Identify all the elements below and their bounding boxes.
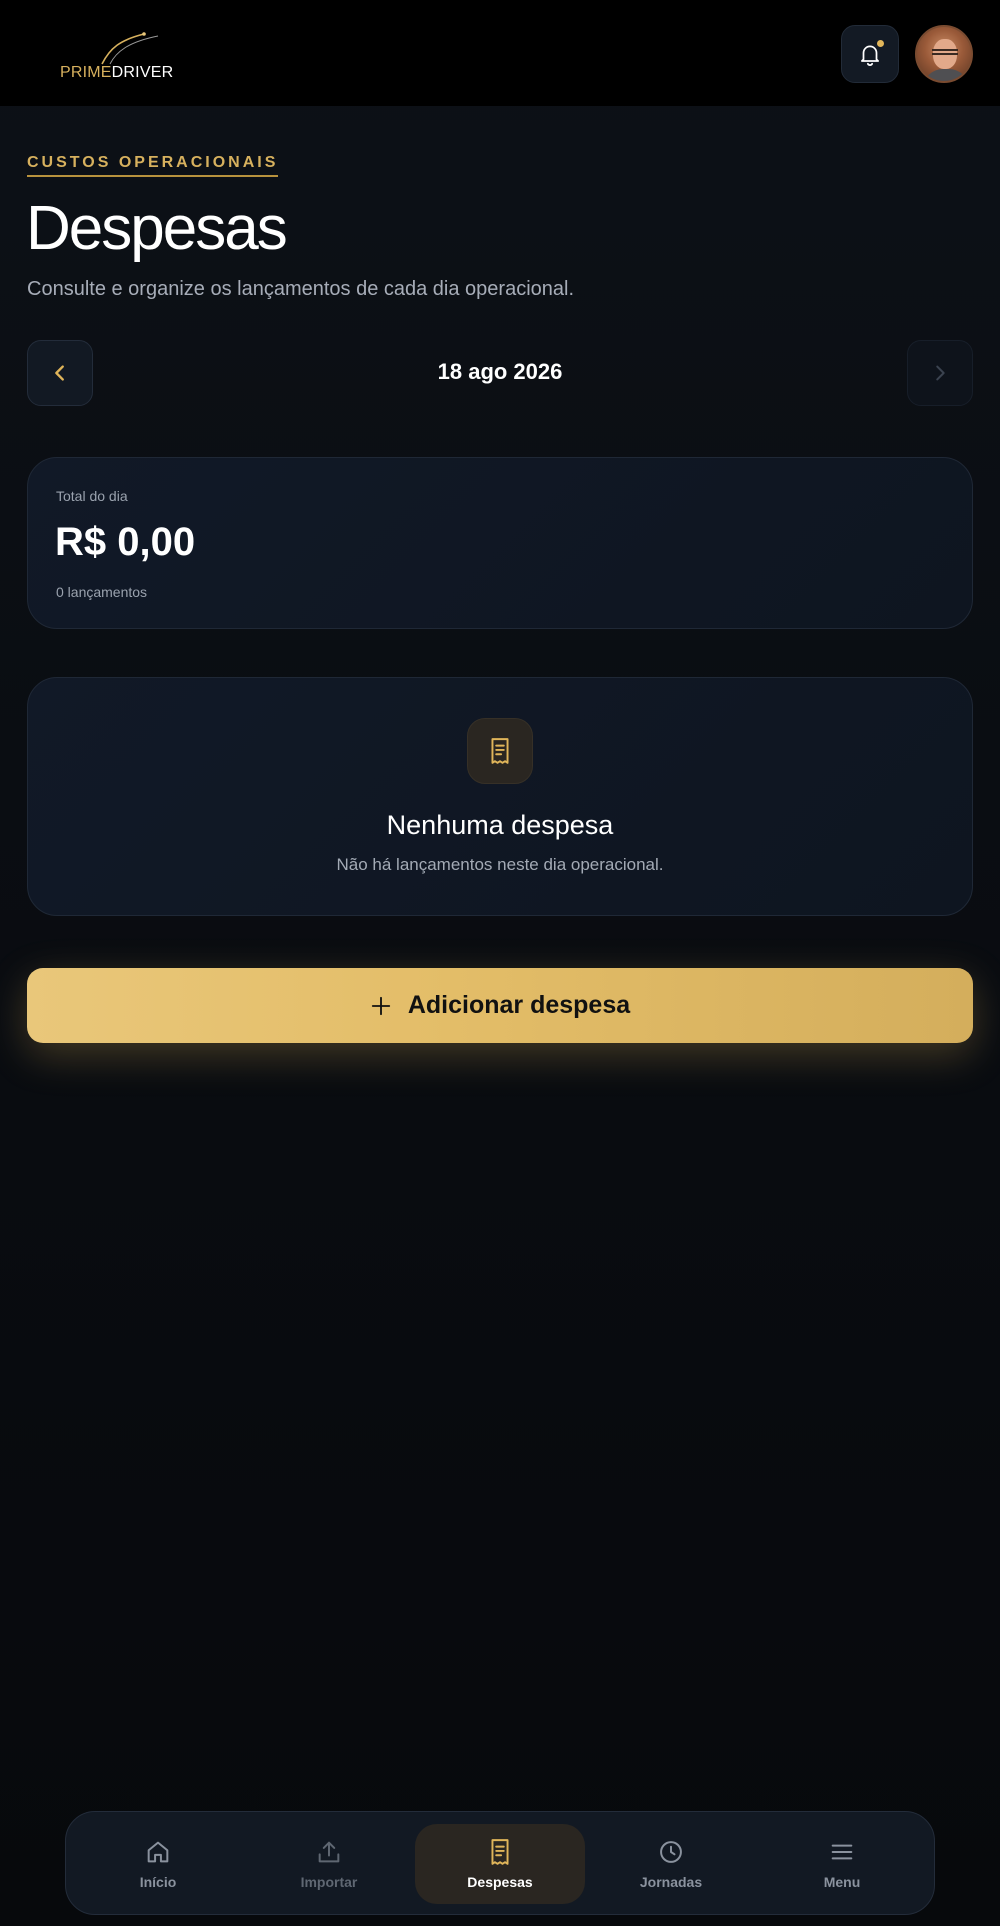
tab-label: Jornadas	[639, 1874, 703, 1890]
notifications-button[interactable]	[841, 25, 899, 83]
empty-state-subtitle: Não há lançamentos neste dia operacional…	[336, 855, 664, 874]
bottom-navigation: Início Importar Despesas Jornadas Menu	[65, 1811, 935, 1915]
upload-icon	[318, 1841, 340, 1863]
tab-label: Menu	[823, 1874, 861, 1890]
notification-dot	[877, 40, 884, 47]
plus-icon	[371, 996, 391, 1015]
tab-label: Importar	[300, 1874, 358, 1890]
expenses-screen: PRIMEDRIVER CUSTOS OPERACIONAIS Despesas…	[0, 0, 1000, 1926]
current-date: 18 ago 2026	[437, 359, 563, 384]
tab-menu[interactable]: Menu	[757, 1824, 927, 1904]
prime-driver-logo[interactable]: PRIMEDRIVER	[60, 30, 180, 82]
home-icon	[147, 1841, 169, 1863]
receipt-icon	[491, 1839, 509, 1865]
tab-label: Despesas	[467, 1874, 533, 1890]
logo-driver: DRIVER	[111, 64, 174, 81]
previous-day-button[interactable]	[27, 340, 93, 406]
add-expense-label: Adicionar despesa	[407, 991, 631, 1019]
page-title: Despesas	[26, 194, 288, 263]
chevron-left-icon	[55, 365, 64, 381]
empty-state-card: Nenhuma despesa Não há lançamentos neste…	[27, 677, 973, 916]
entries-count: 0 lançamentos	[56, 584, 148, 600]
empty-state-title: Nenhuma despesa	[386, 810, 614, 840]
tab-label: Início	[139, 1874, 177, 1890]
clock-icon	[660, 1841, 682, 1863]
add-expense-button[interactable]: Adicionar despesa	[27, 968, 973, 1043]
logo-prime: PRIME	[60, 64, 112, 81]
daily-total-card: Total do dia R$ 0,00 0 lançamentos	[27, 457, 973, 629]
logo-text: PRIMEDRIVER	[60, 64, 173, 82]
tab-importar[interactable]: Importar	[244, 1824, 414, 1904]
menu-icon	[831, 1844, 853, 1860]
total-label: Total do dia	[56, 488, 128, 504]
tab-jornadas[interactable]: Jornadas	[586, 1824, 756, 1904]
tab-despesas[interactable]: Despesas	[415, 1824, 585, 1904]
logo-road-icon	[101, 32, 159, 65]
page-subtitle: Consulte e organize os lançamentos de ca…	[27, 278, 575, 300]
tab-inicio[interactable]: Início	[73, 1824, 243, 1904]
page-eyebrow: CUSTOS OPERACIONAIS	[27, 154, 279, 177]
top-bar: PRIMEDRIVER	[0, 0, 1000, 106]
total-value: R$ 0,00	[55, 520, 196, 564]
receipt-icon	[467, 718, 533, 784]
chevron-right-icon	[936, 365, 945, 381]
avatar[interactable]	[915, 25, 973, 83]
next-day-button[interactable]	[907, 340, 973, 406]
